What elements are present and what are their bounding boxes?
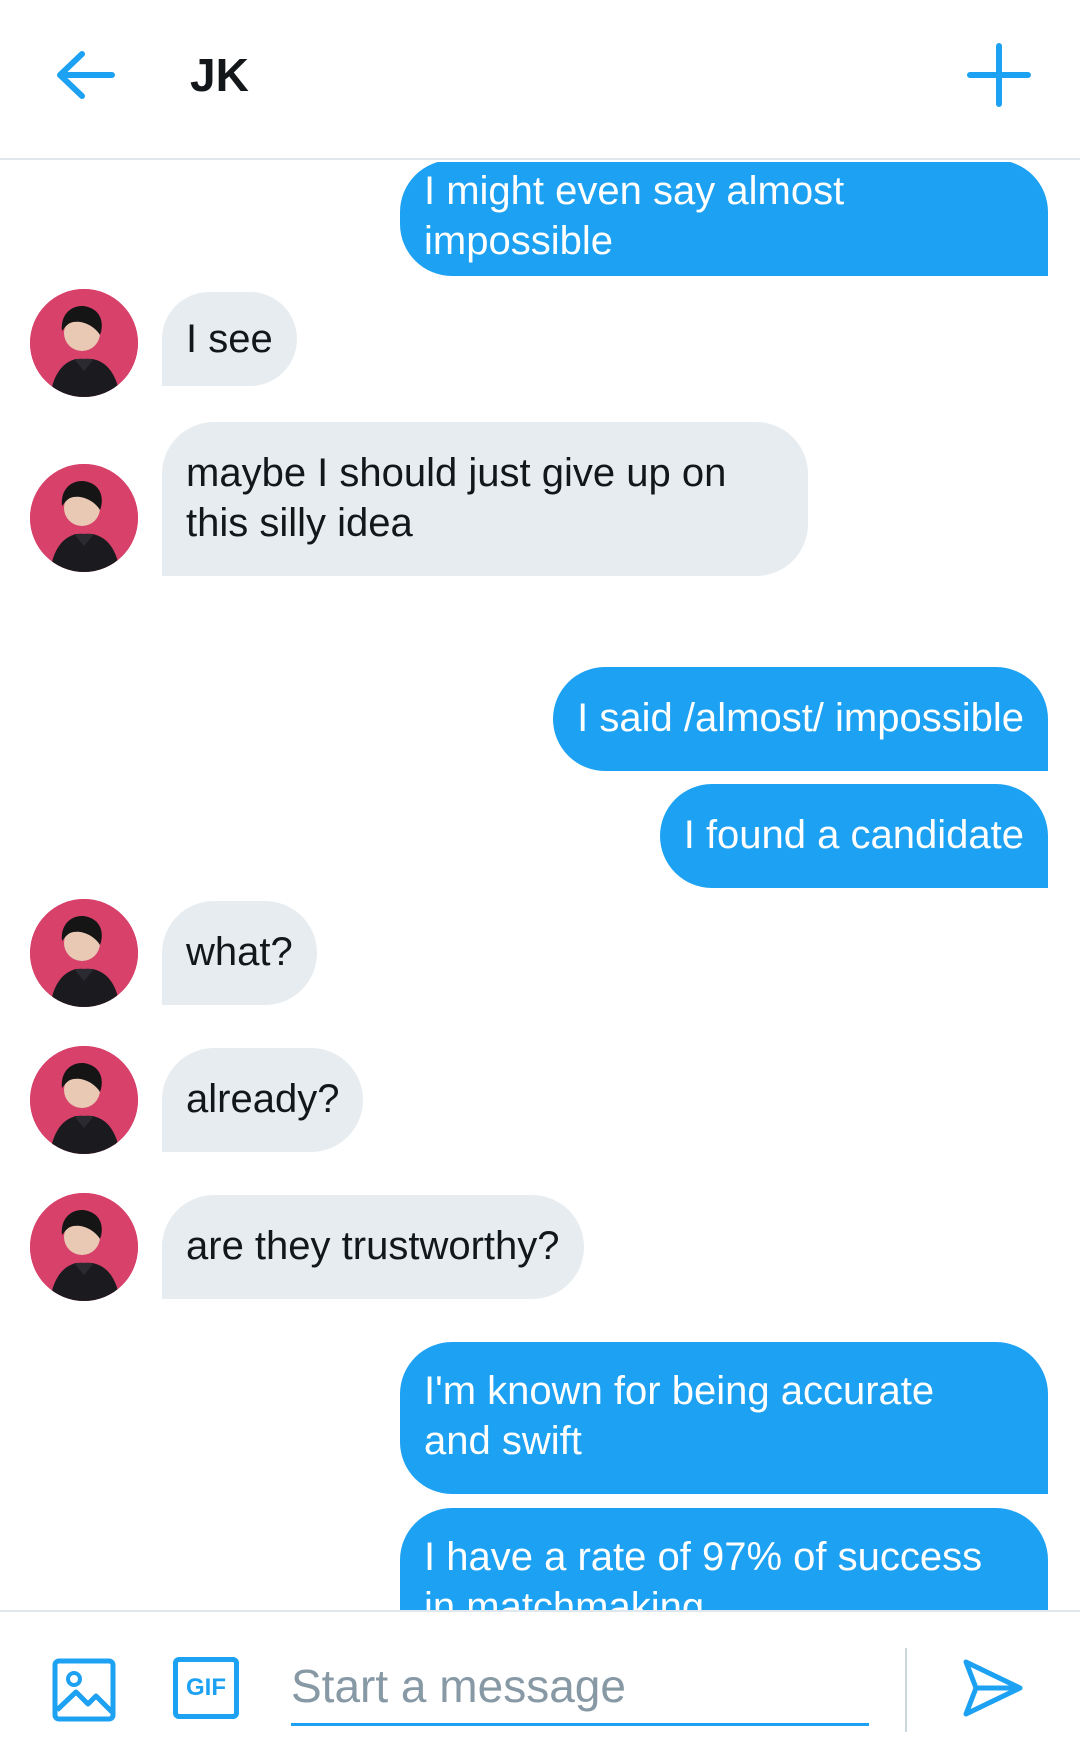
avatar[interactable] (30, 1046, 138, 1154)
outgoing-message[interactable]: I found a candidate (659, 784, 1048, 888)
avatar-image (30, 1193, 138, 1301)
avatar-image (30, 289, 138, 397)
incoming-message[interactable]: I see (162, 292, 297, 386)
composer-divider (905, 1648, 907, 1732)
outgoing-message[interactable]: I might even say almost impossible (400, 162, 1048, 276)
avatar[interactable] (30, 899, 138, 1007)
message-input[interactable] (291, 1648, 869, 1726)
plus-icon[interactable] (960, 36, 1038, 114)
avatar[interactable] (30, 289, 138, 397)
image-icon[interactable] (52, 1658, 116, 1722)
gif-button[interactable]: GIF (173, 1657, 239, 1719)
incoming-message[interactable]: maybe I should just give up on this sill… (162, 422, 808, 576)
outgoing-message[interactable]: I'm known for being accurate and swift (400, 1342, 1048, 1494)
incoming-message[interactable]: what? (162, 901, 317, 1005)
conversation-header: JK (0, 0, 1080, 160)
incoming-message[interactable]: already? (162, 1048, 364, 1152)
avatar[interactable] (30, 1193, 138, 1301)
avatar[interactable] (30, 464, 138, 572)
message-composer: GIF (0, 1610, 1080, 1756)
avatar-image (30, 899, 138, 1007)
outgoing-message[interactable]: I said /almost/ impossible (553, 667, 1048, 771)
message-list[interactable]: I might even say almost impossible I see (0, 162, 1080, 1610)
outgoing-message[interactable]: I have a rate of 97% of success in match… (400, 1508, 1048, 1610)
incoming-message[interactable]: are they trustworthy? (162, 1195, 584, 1299)
arrow-left-icon[interactable] (50, 40, 120, 110)
avatar-image (30, 1046, 138, 1154)
avatar-image (30, 464, 138, 572)
send-icon[interactable] (960, 1656, 1024, 1720)
conversation-title: JK (190, 49, 249, 101)
